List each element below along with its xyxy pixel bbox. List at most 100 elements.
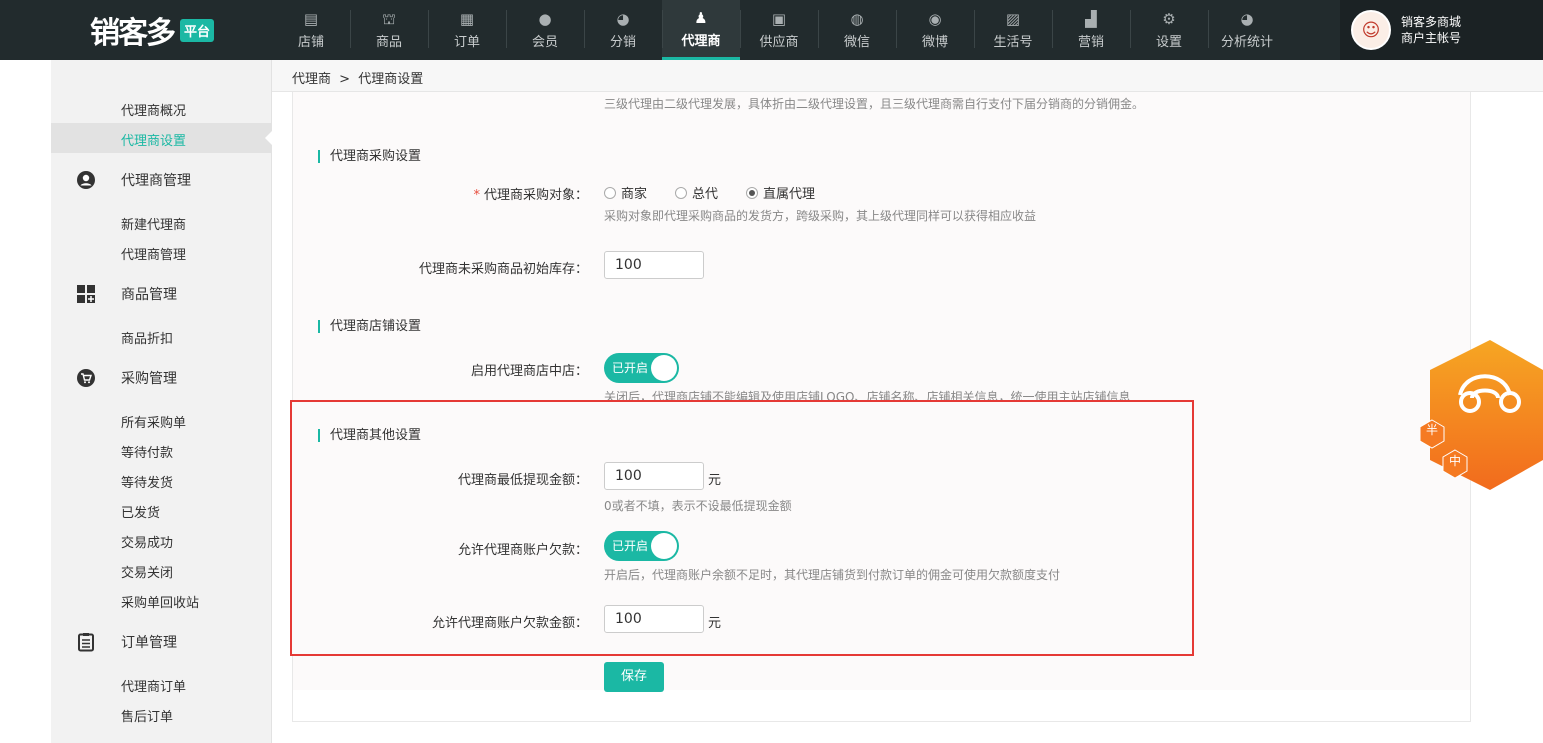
nav-store[interactable]: ▤ 店铺 [272, 0, 350, 60]
allow-debt-label: 允许代理商账户欠款： [457, 543, 588, 558]
sidebar-item-aftersale-orders[interactable]: 售后订单 [121, 706, 173, 725]
nav-label: 微博 [921, 35, 948, 50]
nav-label: 供应商 [759, 35, 799, 50]
debt-amount-label: 允许代理商账户欠款金额： [431, 616, 588, 631]
nav-supplier[interactable]: ▣ 供应商 [740, 0, 818, 60]
breadcrumb-root[interactable]: 代理商 [292, 72, 331, 87]
sidebar-group-label: 采购管理 [121, 371, 177, 387]
purchase-target-label: * 代理商采购对象： [288, 184, 588, 203]
widget-char-2: 中 [1449, 454, 1462, 468]
grid-icon [76, 284, 96, 304]
clipboard-icon: ▦ [459, 10, 475, 28]
sidebar-group-label: 代理商管理 [121, 173, 191, 189]
sidebar-group-order-management[interactable]: 订单管理 [76, 632, 177, 652]
section-title-shop: 代理商店铺设置 [318, 320, 421, 333]
radio-dot-selected [746, 186, 759, 199]
nav-analytics[interactable]: ◕ 分析统计 [1208, 0, 1286, 60]
nav-label: 分析统计 [1220, 35, 1273, 50]
weibo-icon: ◉ [928, 10, 942, 28]
sidebar-item-shipped[interactable]: 已发货 [121, 502, 160, 521]
sidebar-item-agent-orders[interactable]: 代理商订单 [121, 676, 186, 695]
pie-icon: ◕ [616, 10, 630, 28]
top-bar: 销客多 平台 ▤ 店铺 ⛫ 商品 ▦ 订单 ● 会员 ◕ 分销 ♟ 代理商 ▣ 供应商 ◍ 微信… [0, 0, 1543, 60]
radio-general-agent[interactable]: 总代 [675, 183, 718, 202]
account-role: 商户主帐号 [1401, 31, 1462, 45]
main-nav: ▤ 店铺 ⛫ 商品 ▦ 订单 ● 会员 ◕ 分销 ♟ 代理商 ▣ 供应商 ◍ 微信 ◉ 微博 ▨ 生… [272, 0, 1286, 60]
nav-goods[interactable]: ⛫ 商品 [350, 0, 428, 60]
breadcrumb: 代理商 > 代理商设置 [292, 68, 423, 87]
radio-direct-agent[interactable]: 直属代理 [746, 183, 815, 202]
section-title-other: 代理商其他设置 [318, 429, 421, 442]
user-circle-icon [76, 170, 96, 190]
nav-label: 代理商 [681, 33, 721, 49]
allow-debt-toggle[interactable]: 已开启 [604, 531, 679, 561]
supplier-icon: ▣ [771, 10, 787, 28]
toggle-knob [651, 533, 677, 559]
sidebar-item-recycle-bin[interactable]: 采购单回收站 [121, 592, 199, 611]
min-withdraw-hint: 0或者不填，表示不设最低提现金额 [604, 499, 792, 513]
nav-weibo[interactable]: ◉ 微博 [896, 0, 974, 60]
nav-wechat[interactable]: ◍ 微信 [818, 0, 896, 60]
nav-lifeaccount[interactable]: ▨ 生活号 [974, 0, 1052, 60]
account-menu[interactable]: ☺ 销客多商城 商户主帐号 [1340, 0, 1543, 60]
sidebar-group-label: 订单管理 [121, 635, 177, 651]
debt-amount-input[interactable] [604, 605, 704, 633]
sidebar-item-all-purchases[interactable]: 所有采购单 [121, 412, 186, 431]
breadcrumb-separator: > [339, 72, 351, 87]
nav-agent[interactable]: ♟ 代理商 [662, 0, 740, 60]
panel-footer [292, 690, 1471, 722]
alipay-icon: ▨ [1005, 10, 1021, 28]
left-gutter [0, 60, 51, 743]
nav-marketing[interactable]: ▟ 营销 [1052, 0, 1130, 60]
toggle-state: 已开启 [612, 361, 649, 375]
nav-members[interactable]: ● 会员 [506, 0, 584, 60]
agent-icon: ♟ [694, 8, 708, 27]
sidebar-item-new-agent[interactable]: 新建代理商 [121, 214, 186, 233]
radio-merchant[interactable]: 商家 [604, 183, 647, 202]
label-text: 代理商采购对象： [483, 188, 588, 203]
min-withdraw-label: 代理商最低提现金额： [457, 473, 588, 488]
logo[interactable]: 销客多 平台 [90, 10, 215, 51]
radio-label: 商家 [621, 187, 648, 202]
debt-amount-unit: 元 [708, 616, 722, 631]
nav-settings[interactable]: ⚙ 设置 [1130, 0, 1208, 60]
shop-in-shop-label: 启用代理商店中店： [470, 364, 588, 379]
sidebar-item-awaiting-payment[interactable]: 等待付款 [121, 442, 173, 461]
sidebar-item-agent-overview[interactable]: 代理商概况 [121, 100, 186, 119]
sidebar-item-agent-settings[interactable]: 代理商设置 [121, 130, 186, 149]
account-info: 销客多商城 商户主帐号 [1401, 14, 1461, 46]
sidebar-item-closed[interactable]: 交易关闭 [121, 562, 173, 581]
sidebar-item-goods-discount[interactable]: 商品折扣 [121, 328, 173, 347]
sidebar-group-goods-management[interactable]: 商品管理 [76, 284, 177, 304]
top-hint: 三级代理由二级代理发展，具体折由二级代理设置，且三级代理商需自行支付下届分销商的… [604, 97, 1145, 111]
initial-stock-input[interactable] [604, 251, 704, 279]
sidebar-group-purchase-management[interactable]: 采购管理 [76, 368, 177, 388]
sidebar-group-agent-management[interactable]: 代理商管理 [76, 170, 191, 190]
required-mark: * [473, 188, 480, 203]
basket-icon: ⛫ [382, 10, 396, 28]
store-icon: ▤ [303, 10, 319, 28]
save-button[interactable]: 保存 [604, 662, 664, 692]
radio-dot [675, 186, 688, 199]
nav-label: 会员 [531, 35, 558, 50]
shop-in-shop-toggle[interactable]: 已开启 [604, 353, 679, 383]
purchase-target-hint: 采购对象即代理采购商品的发货方，跨级采购，其上级代理同样可以获得相应收益 [604, 209, 1037, 223]
radio-label: 直属代理 [763, 187, 816, 202]
avatar: ☺ [1351, 10, 1391, 50]
sidebar-item-completed[interactable]: 交易成功 [121, 532, 173, 551]
min-withdraw-input[interactable] [604, 462, 704, 490]
clipboard-icon [76, 632, 96, 652]
user-icon: ● [538, 10, 552, 28]
widget-char-1: 半 [1426, 423, 1439, 437]
nav-distribution[interactable]: ◕ 分销 [584, 0, 662, 60]
allow-debt-hint: 开启后，代理商账户余额不足时，其代理店铺货到付款订单的佣金可使用欠款额度支付 [604, 568, 1061, 582]
gear-icon: ⚙ [1162, 10, 1176, 28]
sidebar-item-agent-management[interactable]: 代理商管理 [121, 244, 186, 263]
sidebar-group-label: 商品管理 [121, 287, 177, 303]
account-name: 销客多商城 [1401, 15, 1462, 29]
promo-widget[interactable]: 半 中 [1419, 340, 1543, 490]
sidebar-item-awaiting-shipment[interactable]: 等待发货 [121, 472, 173, 491]
min-withdraw-unit: 元 [708, 473, 722, 488]
nav-orders[interactable]: ▦ 订单 [428, 0, 506, 60]
toggle-state: 已开启 [612, 539, 649, 553]
